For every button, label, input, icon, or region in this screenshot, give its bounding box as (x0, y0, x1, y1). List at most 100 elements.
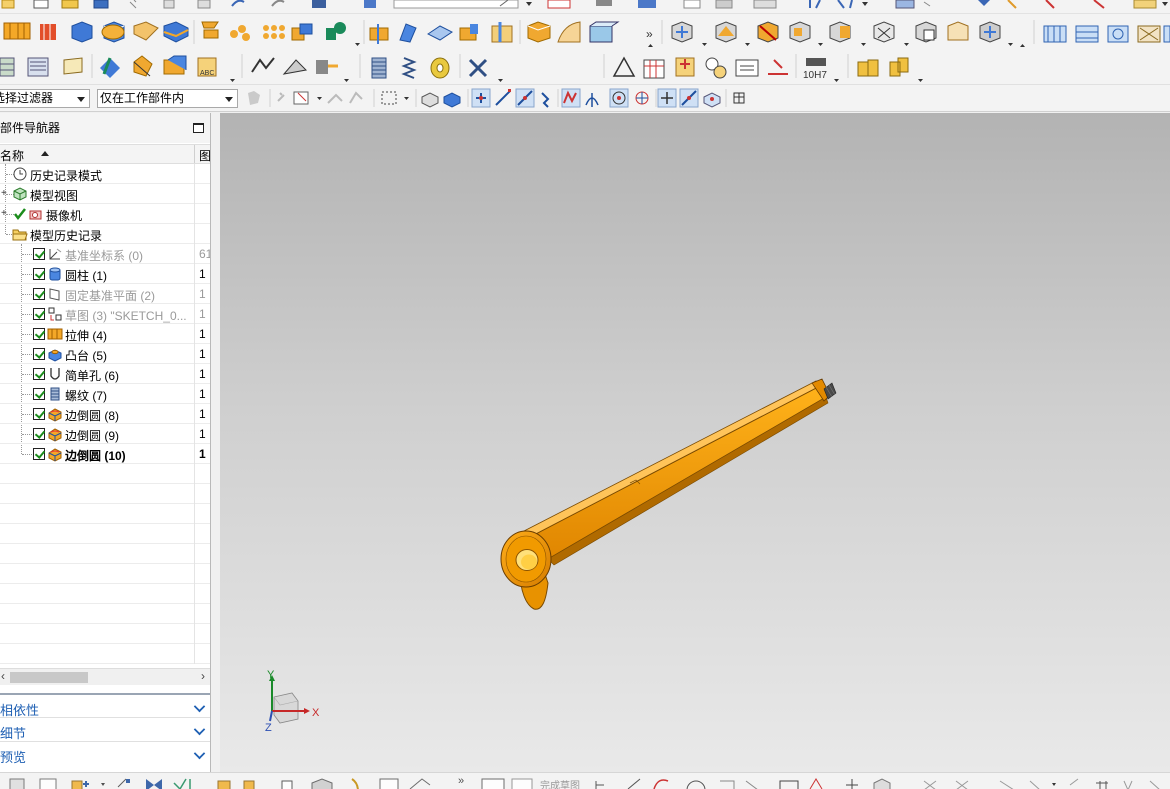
visibility-checkbox[interactable] (33, 248, 45, 260)
offset-face-icon (427, 25, 453, 41)
synchronous-toolbar-icons[interactable]: ABC 10H7 (0, 48, 1170, 84)
pmi-triangle-icon (612, 56, 636, 77)
tree-row[interactable]: 边倒圆 (9) 1 (0, 424, 210, 444)
triad-x-label: X (312, 707, 320, 719)
tree-row[interactable]: 螺纹 (7) 1 (0, 384, 210, 404)
bearing-tool-icon (889, 57, 909, 77)
tree-row[interactable]: 边倒圆 (10) 1 (0, 444, 210, 464)
tree-row[interactable]: 模型历史记录 (0, 224, 210, 244)
tree-row[interactable]: 拉伸 (4) 1 (0, 324, 210, 344)
column-divider[interactable] (194, 145, 195, 163)
lever-part[interactable] (500, 378, 837, 610)
sew-tool-icon (527, 21, 551, 43)
tree-row-label: 拉伸 (4) (65, 329, 108, 343)
chevron-down-icon (193, 747, 206, 760)
select-mode-icon (277, 92, 285, 102)
visibility-checkbox[interactable] (33, 408, 45, 420)
snap-point-icons[interactable] (240, 85, 770, 112)
pattern-tool-icon (201, 21, 219, 39)
visibility-checkbox[interactable] (33, 428, 45, 440)
layer-settings-icon (27, 57, 49, 77)
tree-row-label: 模型视图 (30, 189, 79, 203)
tree-row-column-2: 1 (199, 367, 206, 381)
tree-row[interactable]: 固定基准平面 (2) 1 (0, 284, 210, 304)
extrude-icon (47, 326, 63, 345)
mesh-surface-icon (1137, 25, 1161, 43)
checkmark-icon[interactable] (13, 207, 27, 224)
scope-filter-select[interactable]: 仅在工作部件内 (97, 89, 238, 108)
finish-sketch-label: 完成草图 (540, 779, 580, 789)
component-pattern-icon (829, 21, 851, 43)
visibility-checkbox[interactable] (33, 388, 45, 400)
scroll-left-icon[interactable]: ‹ (1, 669, 5, 683)
tree-row-label: 固定基准平面 (2) (65, 289, 156, 303)
more-chevron-icon: » (646, 27, 653, 41)
maximize-icon[interactable] (193, 123, 204, 133)
tree-row[interactable]: 边倒圆 (8) 1 (0, 404, 210, 424)
visibility-checkbox[interactable] (33, 268, 45, 280)
tree-connector (22, 374, 32, 375)
details-panel[interactable]: 细节 (0, 717, 210, 741)
tree-row[interactable]: + 模型视图 (0, 184, 210, 204)
shaded-select-icon (443, 92, 461, 108)
tree-row[interactable]: + 摄像机 (0, 204, 210, 224)
visibility-checkbox[interactable] (33, 288, 45, 300)
dependencies-panel[interactable]: 相依性 (0, 693, 210, 718)
move-face-icon (491, 22, 513, 43)
type-filter-select[interactable]: 选择过滤器 (0, 89, 90, 108)
visibility-checkbox[interactable] (33, 328, 45, 340)
empty-tree-row (0, 464, 210, 484)
trim-body-icon (369, 24, 389, 44)
thread-icon (47, 386, 63, 405)
preview-panel[interactable]: 预览 (0, 741, 210, 765)
exploded-view-icon (873, 21, 895, 43)
toolbar-bottom: » 完成草图 (0, 772, 1170, 789)
table-note-icon (643, 59, 665, 79)
tree-connector (22, 394, 32, 395)
tree-row[interactable]: 圆柱 (1) 1 (0, 264, 210, 284)
tree-row[interactable]: 基准坐标系 (0) 61 (0, 244, 210, 264)
graphics-viewport[interactable]: Y X Z (220, 113, 1170, 772)
visibility-checkbox[interactable] (33, 368, 45, 380)
visibility-checkbox[interactable] (33, 348, 45, 360)
column-divider (194, 484, 195, 504)
tree-row[interactable]: 凸台 (5) 1 (0, 344, 210, 364)
visibility-checkbox[interactable] (33, 448, 45, 460)
scroll-right-icon[interactable]: › (201, 669, 205, 683)
navigator-horizontal-scrollbar[interactable]: ‹ › (0, 668, 210, 685)
sequence-icon (947, 21, 969, 41)
delete-face-icon (133, 55, 153, 77)
tree-row-label: 边倒圆 (8) (65, 409, 120, 423)
folder-open-icon (12, 226, 28, 245)
sketch-toolbar-icons[interactable]: » 完成草图 (0, 773, 1170, 789)
tree-row[interactable]: 简单孔 (6) 1 (0, 364, 210, 384)
cylinder-icon (47, 266, 63, 285)
feature-toolbar-icons[interactable]: » (0, 14, 1170, 48)
bounded-plane-icon (557, 21, 581, 43)
scrollbar-thumb[interactable] (10, 672, 88, 683)
deselect-icon (349, 91, 363, 104)
tree-connector (22, 454, 32, 455)
column-name-header[interactable]: 名称 (0, 147, 24, 164)
column-divider (194, 544, 195, 564)
tree-row[interactable]: 草图 (3) "SKETCH_0... 1 (0, 304, 210, 324)
edge-blend-icon (47, 446, 63, 465)
tree-connector (22, 334, 32, 335)
boss-icon (47, 346, 63, 365)
expand-icon[interactable]: + (1, 208, 7, 219)
feature-select-icon (293, 91, 309, 105)
model-canvas[interactable]: Y X Z (220, 113, 1170, 772)
empty-tree-row (0, 604, 210, 624)
tree-row[interactable]: 历史记录模式 (0, 164, 210, 184)
weld-symbol-icon (768, 59, 788, 75)
tangent-point-icon (585, 93, 599, 107)
expand-icon[interactable]: + (1, 188, 7, 199)
toolbar-row-1-icons[interactable] (0, 0, 1170, 14)
column-2-header[interactable]: 图 (199, 147, 211, 164)
visibility-checkbox[interactable] (33, 308, 45, 320)
tree-row-label: 摄像机 (46, 209, 83, 223)
datum-plane-icon (47, 286, 63, 305)
camera-icon (28, 206, 44, 225)
column-divider (194, 304, 195, 324)
empty-tree-row (0, 564, 210, 584)
